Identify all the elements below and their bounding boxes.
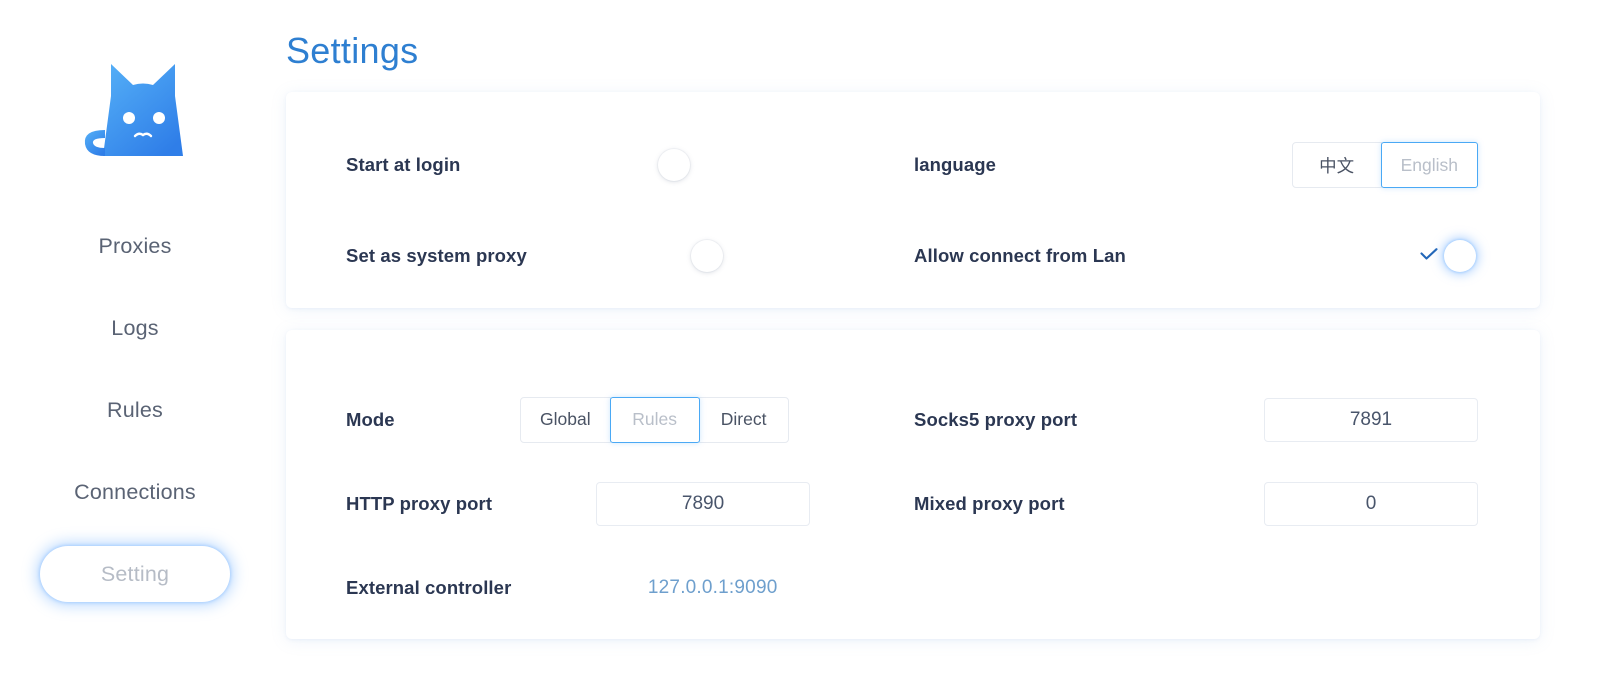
settings-app: Proxies Logs Rules Connections Setting S…	[0, 0, 1612, 698]
row-set-as-system-proxy: Set as system proxy	[346, 211, 914, 302]
row-mixed-proxy-port: Mixed proxy port	[914, 462, 1482, 546]
language-segmented-control: 中文 English	[1291, 142, 1478, 189]
http-port-label: HTTP proxy port	[346, 492, 493, 514]
sidebar-item-logs[interactable]: Logs	[40, 300, 230, 356]
http-port-control	[492, 481, 914, 526]
check-icon	[1420, 248, 1438, 260]
row-allow-connect-from-lan: Allow connect from Lan	[914, 211, 1482, 302]
external-controller-value[interactable]: 127.0.0.1:9090	[648, 577, 778, 599]
ports-settings-grid: Mode Global Rules Direct Socks5 proxy po…	[346, 378, 1482, 630]
ports-settings-card: Mode Global Rules Direct Socks5 proxy po…	[286, 329, 1540, 639]
external-controller-control: 127.0.0.1:9090	[511, 577, 914, 599]
toggle-knob-icon	[1444, 240, 1476, 273]
page-title: Settings	[286, 30, 419, 71]
row-language: language 中文 English	[914, 120, 1482, 211]
set-as-system-proxy-control	[527, 239, 914, 273]
socks5-port-input[interactable]	[1264, 397, 1478, 442]
row-external-controller: External controller 127.0.0.1:9090	[346, 546, 914, 630]
sidebar-item-label: Logs	[111, 315, 159, 340]
start-at-login-toggle[interactable]	[658, 148, 716, 182]
sidebar-item-label: Setting	[100, 561, 170, 586]
mixed-port-label: Mixed proxy port	[914, 492, 1065, 514]
sidebar-nav: Proxies Logs Rules Connections Setting	[0, 218, 270, 628]
sidebar-item-label: Connections	[74, 479, 196, 504]
allow-lan-toggle[interactable]	[1420, 239, 1478, 273]
mixed-port-input[interactable]	[1264, 481, 1478, 526]
sidebar-item-proxies[interactable]: Proxies	[40, 218, 230, 274]
row-socks5-proxy-port: Socks5 proxy port	[914, 378, 1482, 462]
sidebar-item-label: Proxies	[98, 233, 172, 258]
sidebar: Proxies Logs Rules Connections Setting	[0, 0, 270, 698]
general-settings-grid: Start at login language 中文 English Set a…	[346, 120, 1482, 302]
toggle-knob-icon	[691, 240, 724, 273]
language-option-en[interactable]: English	[1380, 142, 1478, 189]
allow-lan-label: Allow connect from Lan	[914, 245, 1126, 267]
clash-cat-logo-icon	[84, 64, 183, 156]
sidebar-item-connections[interactable]: Connections	[40, 464, 230, 520]
language-option-zh[interactable]: 中文	[1291, 142, 1382, 189]
main-content: Settings Start at login language 中文 Engl…	[270, 0, 1612, 698]
set-as-system-proxy-toggle[interactable]	[691, 239, 749, 273]
sidebar-item-label: Rules	[107, 397, 163, 422]
start-at-login-control	[460, 148, 914, 182]
language-control: 中文 English	[996, 142, 1482, 189]
mode-label: Mode	[346, 408, 395, 430]
app-logo	[65, 44, 205, 172]
external-controller-label: External controller	[346, 576, 512, 598]
language-label: language	[914, 154, 997, 176]
toggle-knob-icon	[658, 149, 691, 182]
socks5-port-label: Socks5 proxy port	[914, 408, 1078, 430]
http-port-input[interactable]	[596, 481, 811, 526]
row-http-proxy-port: HTTP proxy port	[346, 462, 914, 546]
general-settings-card: Start at login language 中文 English Set a…	[286, 91, 1540, 308]
start-at-login-label: Start at login	[346, 154, 461, 176]
sidebar-item-rules[interactable]: Rules	[40, 382, 230, 438]
mode-option-rules[interactable]: Rules	[609, 396, 700, 443]
row-mode: Mode Global Rules Direct	[346, 378, 914, 462]
row-start-at-login: Start at login	[346, 120, 914, 211]
mixed-port-control	[1065, 481, 1482, 526]
sidebar-item-setting[interactable]: Setting	[40, 546, 230, 602]
mode-segmented-control: Global Rules Direct	[520, 396, 789, 443]
socks5-port-control	[1077, 397, 1482, 442]
mode-option-global[interactable]: Global	[520, 396, 611, 443]
set-as-system-proxy-label: Set as system proxy	[346, 245, 527, 267]
mode-control: Global Rules Direct	[395, 396, 914, 443]
row-spacer	[914, 546, 1482, 630]
allow-lan-control	[1126, 239, 1482, 273]
mode-option-direct[interactable]: Direct	[698, 396, 789, 443]
